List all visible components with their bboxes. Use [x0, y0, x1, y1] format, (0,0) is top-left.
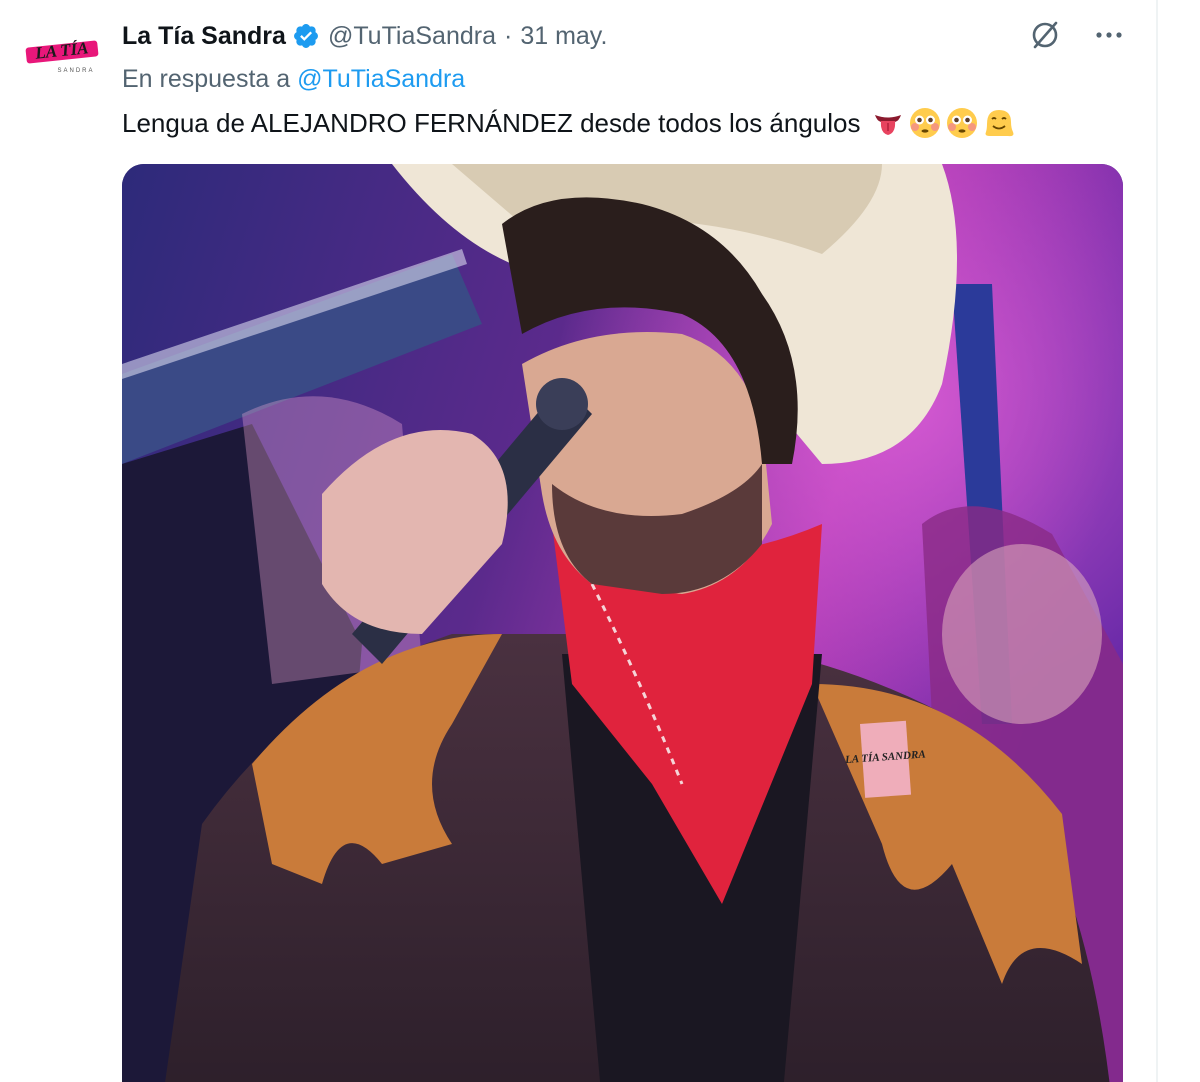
- singer-in-cowboy-hat-image: LA TÍA SANDRA: [122, 164, 1123, 1082]
- column-divider: [1156, 0, 1158, 1082]
- flushed-face-emoji: [946, 108, 977, 138]
- emoji-group: [871, 106, 1019, 140]
- page: LA TÍA SANDRA La Tía Sandra @TuTiaSandra…: [0, 0, 1200, 1082]
- melting-face-emoji: [985, 110, 1013, 137]
- tweet-text-body: Lengua de ALEJANDRO FERNÁNDEZ desde todo…: [122, 107, 861, 138]
- tweet-header: La Tía Sandra @TuTiaSandra · 31 may.: [122, 18, 607, 54]
- header-actions: [1028, 18, 1126, 52]
- svg-text:SANDRA: SANDRA: [57, 68, 94, 74]
- tongue-emoji: [874, 115, 901, 135]
- reply-prefix: En respuesta a: [122, 64, 291, 93]
- reply-context: En respuesta a @TuTiaSandra: [122, 62, 465, 96]
- tweet-text: Lengua de ALEJANDRO FERNÁNDEZ desde todo…: [122, 104, 1019, 142]
- tweet[interactable]: LA TÍA SANDRA La Tía Sandra @TuTiaSandra…: [0, 0, 1156, 1082]
- more-options-icon[interactable]: [1092, 18, 1126, 52]
- author-handle[interactable]: @TuTiaSandra: [328, 22, 496, 51]
- tweet-timestamp[interactable]: 31 may.: [520, 22, 607, 51]
- author-display-name[interactable]: La Tía Sandra: [122, 22, 286, 51]
- reply-mention-link[interactable]: @TuTiaSandra: [297, 65, 465, 94]
- tweet-media[interactable]: LA TÍA SANDRA: [122, 164, 1123, 1082]
- la-tia-sandra-logo: LA TÍA SANDRA: [25, 38, 99, 74]
- avatar[interactable]: LA TÍA SANDRA: [22, 22, 106, 82]
- grok-icon[interactable]: [1028, 18, 1062, 52]
- flushed-face-emoji: [909, 108, 940, 138]
- separator-dot: ·: [504, 21, 513, 50]
- svg-text:LA TÍA: LA TÍA: [33, 38, 89, 63]
- verified-badge-icon[interactable]: [292, 22, 320, 50]
